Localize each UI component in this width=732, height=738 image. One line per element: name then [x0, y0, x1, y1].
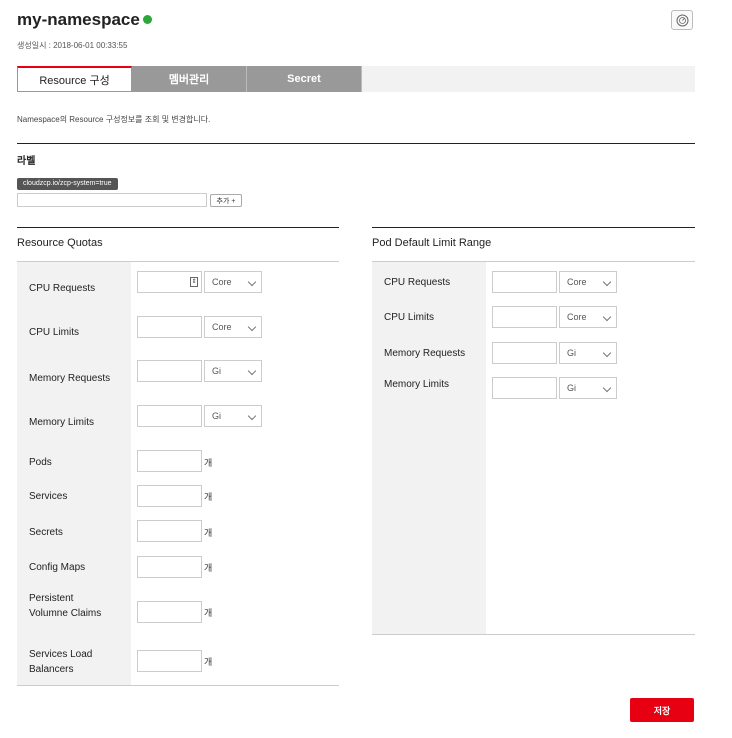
pvc-input[interactable] — [137, 601, 202, 623]
services-input[interactable] — [137, 485, 202, 507]
limits-title: Pod Default Limit Range — [372, 237, 492, 249]
quota-label-cpu-limits: CPU Limits — [29, 327, 80, 338]
quotas-title: Resource Quotas — [17, 237, 103, 249]
gauge-icon — [676, 14, 688, 26]
chevron-down-icon — [247, 366, 257, 376]
chevron-down-icon — [602, 383, 612, 393]
limit-memory-limits-unit-select[interactable]: Gi — [559, 377, 617, 399]
limit-cpu-limits-input[interactable] — [492, 306, 557, 328]
add-label-button[interactable]: 추가 + — [210, 194, 242, 207]
chevron-down-icon — [602, 312, 612, 322]
services-unit: 개 — [204, 492, 213, 502]
status-dot — [142, 15, 152, 25]
limit-label-cpu-requests: CPU Requests — [384, 277, 451, 288]
cpu-limits-input[interactable] — [137, 316, 202, 338]
limit-memory-limits-input[interactable] — [492, 377, 557, 399]
memory-requests-unit-select[interactable]: Gi — [204, 360, 262, 382]
config-maps-unit: 개 — [204, 563, 213, 573]
quota-label-config-maps: Config Maps — [29, 562, 86, 573]
chevron-down-icon — [602, 348, 612, 358]
cpu-requests-unit-select[interactable]: Core — [204, 271, 262, 293]
limit-cpu-requests-input[interactable] — [492, 271, 557, 293]
page-description: Namespace의 Resource 구성정보를 조회 및 변경합니다. — [17, 115, 211, 124]
quotas-bottom-line — [17, 685, 339, 686]
divider — [17, 143, 695, 144]
limits-bottom-line — [372, 634, 695, 635]
stepper-icon[interactable]: ⇕ — [190, 277, 198, 287]
pods-input[interactable] — [137, 450, 202, 472]
cpu-requests-input[interactable]: ⇕ — [137, 271, 202, 293]
limit-cpu-requests-unit-select[interactable]: Core — [559, 271, 617, 293]
limit-label-cpu-limits: CPU Limits — [384, 312, 435, 323]
limit-label-memory-requests: Memory Requests — [384, 348, 466, 359]
load-balancers-unit: 개 — [204, 657, 213, 667]
quota-label-load-balancers: Services Load Balancers — [29, 649, 93, 675]
chevron-down-icon — [247, 411, 257, 421]
limit-label-memory-limits: Memory Limits — [384, 379, 450, 390]
limit-memory-requests-unit-select[interactable]: Gi — [559, 342, 617, 364]
pods-unit: 개 — [204, 458, 213, 468]
config-maps-input[interactable] — [137, 556, 202, 578]
label-input[interactable] — [17, 193, 207, 207]
memory-limits-unit-select[interactable]: Gi — [204, 405, 262, 427]
tab-resource[interactable]: Resource 구성 — [17, 66, 132, 92]
monitor-button[interactable] — [671, 10, 693, 30]
tab-bar: Resource 구성 멤버관리 Secret — [17, 66, 695, 92]
chevron-down-icon — [602, 277, 612, 287]
quotas-top-rule — [17, 227, 339, 228]
quota-label-secrets: Secrets — [29, 527, 63, 538]
quota-label-cpu-requests: CPU Requests — [29, 283, 96, 294]
pvc-unit: 개 — [204, 608, 213, 618]
tab-members[interactable]: 멤버관리 — [132, 66, 247, 92]
chevron-down-icon — [247, 277, 257, 287]
tab-secret[interactable]: Secret — [247, 66, 362, 92]
label-tag[interactable]: cloudzcp.io/zcp-system=true — [17, 178, 118, 190]
namespace-title: my-namespace — [17, 10, 152, 30]
cpu-limits-unit-select[interactable]: Core — [204, 316, 262, 338]
limit-memory-requests-input[interactable] — [492, 342, 557, 364]
quota-label-memory-limits: Memory Limits — [29, 417, 95, 428]
quota-label-pvc: Persistent Volumne Claims — [29, 593, 102, 619]
limits-top-rule — [372, 227, 695, 228]
memory-requests-input[interactable] — [137, 360, 202, 382]
quota-label-pods: Pods — [29, 457, 52, 468]
created-at: 생성일시 : 2018-06-01 00:33:55 — [17, 41, 128, 50]
memory-limits-input[interactable] — [137, 405, 202, 427]
label-section-title: 라벨 — [17, 156, 36, 167]
load-balancers-input[interactable] — [137, 650, 202, 672]
secrets-input[interactable] — [137, 520, 202, 542]
save-button[interactable]: 저장 — [630, 698, 694, 722]
chevron-down-icon — [247, 322, 257, 332]
quota-label-memory-requests: Memory Requests — [29, 373, 111, 384]
quota-label-services: Services — [29, 491, 68, 502]
limit-cpu-limits-unit-select[interactable]: Core — [559, 306, 617, 328]
namespace-name: my-namespace — [17, 10, 140, 29]
secrets-unit: 개 — [204, 528, 213, 538]
